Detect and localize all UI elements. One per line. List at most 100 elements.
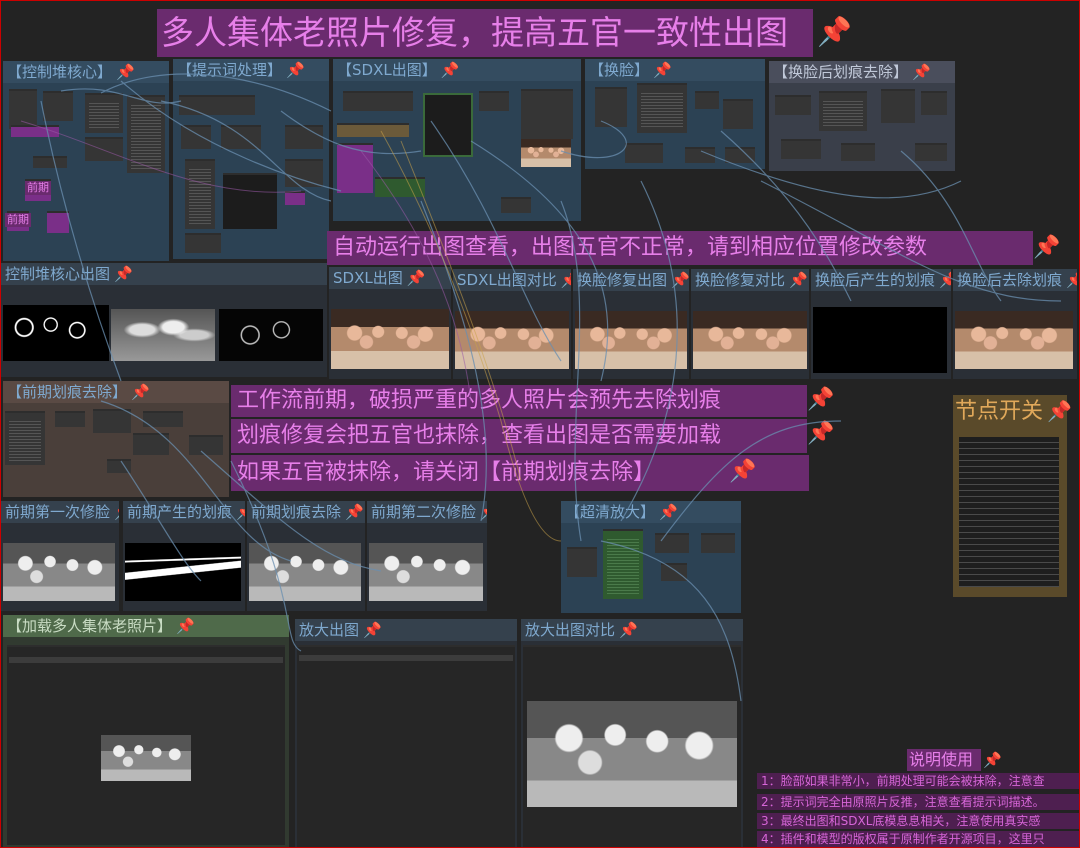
node[interactable]	[567, 547, 597, 577]
node[interactable]	[189, 435, 223, 455]
switch-list[interactable]	[959, 437, 1059, 587]
node[interactable]	[181, 125, 211, 149]
pushpin-icon[interactable]: 📌	[114, 265, 133, 283]
node[interactable]	[915, 143, 947, 161]
node[interactable]	[223, 173, 277, 229]
node[interactable]	[127, 95, 165, 173]
pushpin-icon[interactable]: 📌	[983, 751, 1002, 769]
node[interactable]	[285, 191, 305, 205]
node[interactable]	[695, 91, 719, 109]
group-face-swap[interactable]: 【换脸】 📌	[585, 59, 765, 169]
pushpin-icon[interactable]: 📌	[407, 269, 426, 287]
node[interactable]	[723, 99, 753, 129]
node[interactable]	[881, 89, 915, 123]
pushpin-icon[interactable]: 📌	[789, 271, 808, 289]
pushpin-icon[interactable]: 📌	[363, 621, 382, 639]
group-pre-fix1[interactable]: 前期第一次修脸📌	[1, 501, 119, 611]
group-face-scratch-removed[interactable]: 换脸后去除划痕📌	[953, 269, 1077, 379]
main-title-note[interactable]: 多人集体老照片修复，提高五官一致性出图	[157, 9, 813, 57]
pushpin-icon[interactable]: 📌	[653, 61, 672, 79]
node[interactable]	[661, 563, 687, 581]
group-title[interactable]: 前期划痕去除 📌	[247, 501, 365, 523]
node[interactable]	[221, 125, 261, 149]
group-pre-fix2[interactable]: 前期第二次修脸📌	[367, 501, 487, 611]
group-pre-scratch-removal[interactable]: 【前期划痕去除】 📌	[3, 381, 229, 497]
group-title[interactable]: SDXL出图 📌	[329, 267, 451, 289]
node[interactable]	[179, 95, 255, 115]
group-title[interactable]: 【换脸后划痕去除】 📌	[769, 61, 955, 83]
pushpin-icon[interactable]: 📌	[1033, 235, 1060, 260]
node[interactable]	[595, 87, 627, 127]
group-title[interactable]: 前期第二次修脸📌	[367, 501, 487, 523]
pushpin-icon[interactable]: 📌	[912, 63, 931, 81]
group-title[interactable]: 放大出图对比 📌	[521, 619, 743, 641]
group-pre-scratch-mask[interactable]: 前期产生的划痕📌	[123, 501, 245, 611]
group-prompt-processing[interactable]: 【提示词处理】 📌	[173, 59, 329, 259]
pushpin-icon[interactable]: 📌	[441, 61, 460, 79]
group-upscale-compare[interactable]: 放大出图对比 📌	[521, 619, 743, 847]
workflow-note-line3[interactable]: 如果五官被抹除，请关闭【前期划痕去除】	[231, 455, 809, 491]
node[interactable]	[521, 89, 573, 139]
group-upscale[interactable]: 【超清放大】 📌	[561, 501, 741, 613]
node[interactable]	[343, 91, 413, 111]
node[interactable]	[423, 93, 473, 157]
node[interactable]	[85, 137, 123, 161]
pushpin-icon[interactable]: 📌	[114, 503, 119, 521]
workflow-note-line2[interactable]: 划痕修复会把五官也抹除，查看出图是否需要加载	[231, 419, 807, 453]
group-pre-scratch-removed[interactable]: 前期划痕去除 📌	[247, 501, 365, 611]
pushpin-icon[interactable]: 📌	[286, 61, 305, 79]
group-title[interactable]: 换脸后产生的划痕📌	[811, 269, 951, 291]
pushpin-icon[interactable]: 📌	[939, 271, 951, 289]
node[interactable]	[55, 411, 85, 427]
group-scratch-removal-after-swap[interactable]: 【换脸后划痕去除】 📌	[769, 61, 955, 171]
group-title[interactable]: SDXL出图对比📌	[453, 269, 571, 291]
pushpin-icon[interactable]: 📌	[817, 15, 852, 48]
pushpin-icon[interactable]: 📌	[619, 621, 638, 639]
preview-node[interactable]	[297, 645, 515, 847]
node[interactable]	[285, 159, 323, 187]
node[interactable]	[185, 159, 215, 229]
group-upscale-output[interactable]: 放大出图 📌	[295, 619, 517, 847]
node[interactable]	[819, 91, 867, 131]
node[interactable]	[93, 409, 131, 433]
node[interactable]	[781, 139, 821, 159]
group-title[interactable]: 前期第一次修脸📌	[1, 501, 119, 523]
node-switch-panel[interactable]: 节点开关 📌	[953, 395, 1072, 597]
node[interactable]	[143, 411, 183, 427]
node[interactable]	[701, 533, 735, 553]
node[interactable]	[775, 95, 811, 115]
group-title[interactable]: 换脸修复对比 📌	[691, 269, 809, 291]
node[interactable]	[479, 91, 509, 111]
pushpin-icon[interactable]: 📌	[671, 271, 689, 289]
group-title[interactable]: 换脸后去除划痕📌	[953, 269, 1077, 291]
node[interactable]	[501, 197, 531, 213]
workflow-note-line1[interactable]: 工作流前期，破损严重的多人照片会预先去除划痕	[231, 385, 807, 417]
node[interactable]	[625, 143, 663, 163]
node[interactable]	[285, 125, 323, 149]
group-face-fix-compare[interactable]: 换脸修复对比 📌	[691, 269, 809, 379]
group-title[interactable]: 换脸修复出图 📌	[573, 269, 689, 291]
node[interactable]	[685, 147, 715, 163]
pushpin-icon[interactable]: 📌	[131, 383, 150, 401]
node[interactable]	[5, 411, 45, 465]
pushpin-icon[interactable]: 📌	[807, 387, 834, 412]
node[interactable]	[185, 233, 221, 253]
pushpin-icon[interactable]: 📌	[729, 459, 756, 484]
node[interactable]	[655, 533, 689, 553]
group-title[interactable]: 控制堆核心出图 📌	[1, 263, 327, 285]
group-control-stack[interactable]: 【控制堆核心】 📌	[3, 61, 169, 261]
group-face-fix-output[interactable]: 换脸修复出图 📌	[573, 269, 689, 379]
pushpin-icon[interactable]: 📌	[236, 503, 245, 521]
pushpin-icon[interactable]: 📌	[659, 503, 678, 521]
group-control-output[interactable]: 控制堆核心出图 📌	[1, 263, 327, 377]
node[interactable]	[107, 459, 131, 473]
workflow-canvas[interactable]: 【控制堆核心】 📌 前期 前期 【提示词处理】 📌 【SDXL出图】 📌 【换脸…	[0, 0, 1080, 848]
group-title[interactable]: 【加载多人集体老照片】 📌	[3, 615, 289, 637]
instructions-title[interactable]: 说明使用	[907, 749, 981, 771]
group-title[interactable]: 【SDXL出图】 📌	[333, 59, 581, 81]
node[interactable]	[841, 143, 875, 161]
pushpin-icon[interactable]: 📌	[1066, 271, 1077, 289]
group-title[interactable]: 【超清放大】 📌	[561, 501, 741, 523]
node[interactable]	[33, 156, 67, 168]
auto-run-note[interactable]: 自动运行出图查看，出图五官不正常，请到相应位置修改参数	[327, 231, 1033, 265]
